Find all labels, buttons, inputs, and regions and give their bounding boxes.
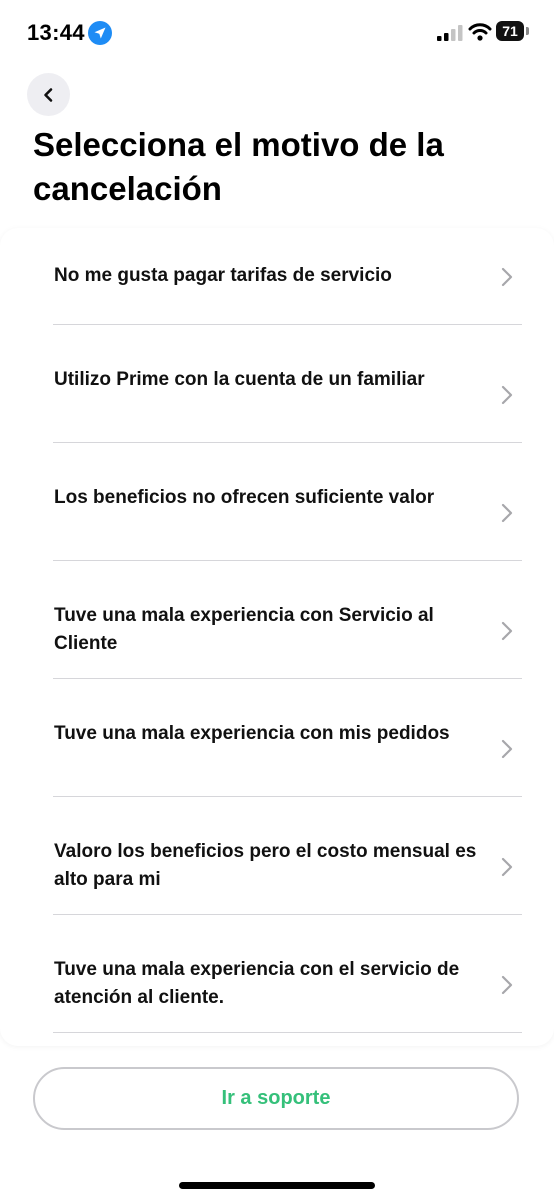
status-bar: 13:44 71: [0, 0, 554, 68]
chevron-right-icon: [501, 621, 513, 641]
back-button[interactable]: [27, 73, 70, 116]
chevron-right-icon: [501, 857, 513, 877]
reason-item-not-enough-value[interactable]: Los beneficios no ofrecen suficiente val…: [0, 443, 554, 561]
support-button[interactable]: Ir a soporte: [33, 1067, 519, 1130]
reason-label: No me gusta pagar tarifas de servicio: [54, 265, 392, 286]
reason-item-orders[interactable]: Tuve una mala experiencia con mis pedido…: [0, 679, 554, 797]
chevron-right-icon: [501, 267, 513, 287]
reason-label: Tuve una mala experiencia con el servici…: [54, 959, 460, 1008]
signal-icon: [437, 25, 463, 41]
reason-item-customer-service[interactable]: Tuve una mala experiencia con Servicio a…: [0, 561, 554, 679]
battery-cap: [526, 27, 529, 35]
page-title: Selecciona el motivo de la cancelación: [33, 126, 444, 207]
reason-label: Valoro los beneficios pero el costo mens…: [54, 841, 477, 890]
reason-label: Tuve una mala experiencia con mis pedido…: [54, 723, 450, 744]
home-indicator[interactable]: [179, 1182, 375, 1189]
back-chevron-icon: [43, 87, 52, 102]
reason-item-service-fees[interactable]: No me gusta pagar tarifas de servicio: [0, 228, 554, 325]
chevron-right-icon: [501, 739, 513, 759]
reason-item-family-account[interactable]: Utilizo Prime con la cuenta de un famili…: [0, 325, 554, 443]
battery-icon: 71: [496, 21, 530, 43]
location-arrow-icon: [88, 21, 112, 45]
chevron-right-icon: [501, 503, 513, 523]
wifi-icon: [468, 23, 492, 41]
chevron-right-icon: [501, 385, 513, 405]
chevron-right-icon: [501, 975, 513, 995]
reason-item-attention-service[interactable]: Tuve una mala experiencia con el servici…: [0, 915, 554, 1033]
reason-item-monthly-cost[interactable]: Valoro los beneficios pero el costo mens…: [0, 797, 554, 915]
reason-label: Tuve una mala experiencia con Servicio a…: [54, 605, 434, 654]
reasons-list: No me gusta pagar tarifas de servicio Ut…: [0, 228, 554, 1046]
divider: [53, 1032, 522, 1033]
status-time: 13:44: [27, 20, 85, 45]
reason-label: Los beneficios no ofrecen suficiente val…: [54, 487, 435, 508]
battery-level: 71: [496, 21, 524, 41]
reason-label: Utilizo Prime con la cuenta de un famili…: [54, 369, 425, 390]
